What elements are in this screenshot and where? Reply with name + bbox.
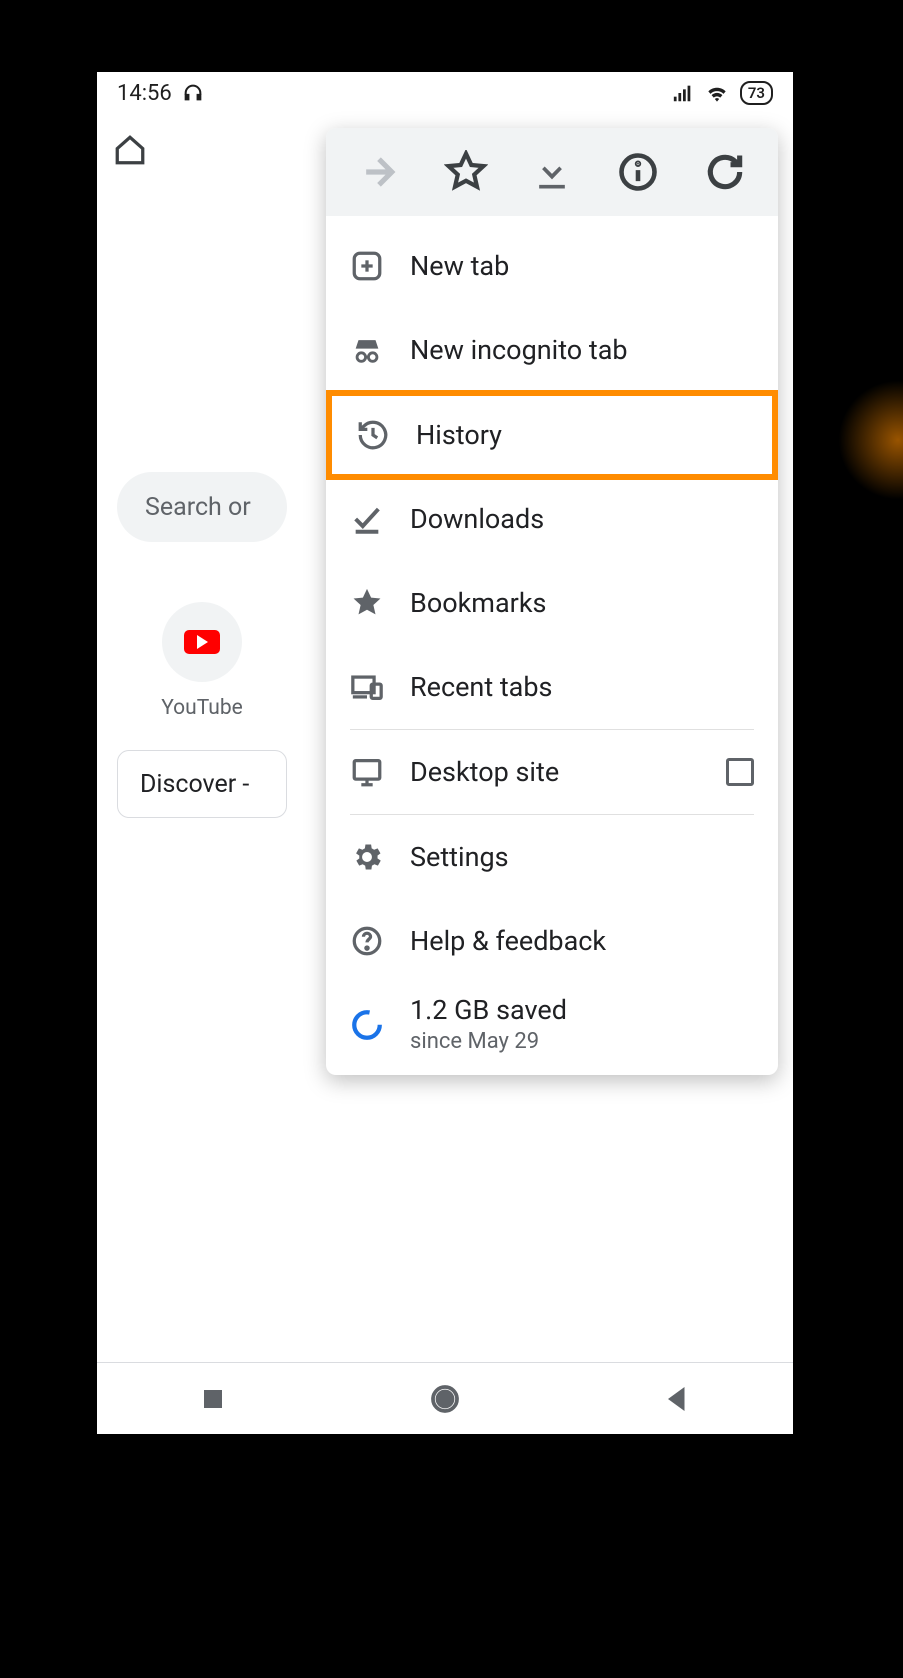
overflow-menu: New tab New incognito tab History Do [326, 128, 778, 1075]
phone-screen: 14:56 73 Search or [97, 72, 793, 1434]
shortcut-label: YouTube [117, 696, 287, 720]
bookmark-star-button[interactable] [444, 150, 488, 194]
nav-home-button[interactable] [427, 1381, 463, 1417]
nav-recent-button[interactable] [195, 1381, 231, 1417]
data-saved-text: 1.2 GB saved since May 29 [410, 994, 567, 1055]
data-saved-amount: 1.2 GB saved [410, 994, 567, 1028]
nav-back-button[interactable] [659, 1381, 695, 1417]
menu-item-settings[interactable]: Settings [326, 815, 778, 899]
shortcut-icon-circle [162, 602, 242, 682]
status-time: 14:56 [117, 81, 172, 106]
menu-item-bookmarks[interactable]: Bookmarks [326, 561, 778, 645]
menu-label: Settings [410, 841, 509, 873]
menu-item-downloads[interactable]: Downloads [326, 477, 778, 561]
forward-button[interactable] [357, 150, 401, 194]
menu-label: Desktop site [410, 756, 559, 788]
status-bar: 14:56 73 [97, 72, 793, 114]
search-input[interactable]: Search or [117, 472, 287, 542]
decorative-glow [838, 380, 903, 500]
menu-label: Help & feedback [410, 925, 606, 957]
menu-item-history[interactable]: History [326, 390, 778, 480]
shortcut-youtube[interactable]: YouTube [117, 602, 287, 720]
desktop-site-checkbox[interactable] [726, 758, 754, 786]
menu-list: New tab New incognito tab History Do [326, 216, 778, 1075]
download-button[interactable] [530, 150, 574, 194]
menu-item-new-tab[interactable]: New tab [326, 224, 778, 308]
home-icon[interactable] [113, 133, 147, 167]
menu-label: New tab [410, 250, 509, 282]
cellular-icon [672, 82, 694, 104]
menu-item-recent-tabs[interactable]: Recent tabs [326, 645, 778, 729]
discover-label: Discover - [140, 770, 249, 799]
menu-item-desktop-site[interactable]: Desktop site [326, 730, 778, 814]
menu-label: Downloads [410, 503, 544, 535]
menu-label: Recent tabs [410, 671, 552, 703]
wifi-icon [704, 82, 730, 104]
menu-label: Bookmarks [410, 587, 546, 619]
discover-card[interactable]: Discover - [117, 750, 287, 818]
status-right: 73 [672, 81, 773, 105]
incognito-icon [350, 333, 384, 367]
gear-icon [350, 840, 384, 874]
menu-item-incognito[interactable]: New incognito tab [326, 308, 778, 392]
menu-label: New incognito tab [410, 334, 628, 366]
star-filled-icon [350, 586, 384, 620]
search-placeholder: Search or [145, 493, 251, 522]
battery-indicator: 73 [740, 81, 773, 105]
headphones-icon [182, 82, 204, 104]
data-saver-icon [350, 1008, 384, 1042]
android-nav-bar [97, 1362, 793, 1434]
devices-icon [350, 670, 384, 704]
menu-item-help[interactable]: Help & feedback [326, 899, 778, 983]
history-icon [356, 418, 390, 452]
menu-item-data-saved[interactable]: 1.2 GB saved since May 29 [326, 983, 778, 1067]
info-button[interactable] [616, 150, 660, 194]
youtube-icon [184, 630, 220, 654]
menu-action-row [326, 128, 778, 216]
plus-box-icon [350, 249, 384, 283]
data-saved-since: since May 29 [410, 1028, 567, 1056]
help-icon [350, 924, 384, 958]
check-underline-icon [350, 502, 384, 536]
status-left: 14:56 [117, 81, 204, 106]
reload-button[interactable] [703, 150, 747, 194]
menu-label: History [416, 419, 502, 451]
desktop-icon [350, 755, 384, 789]
